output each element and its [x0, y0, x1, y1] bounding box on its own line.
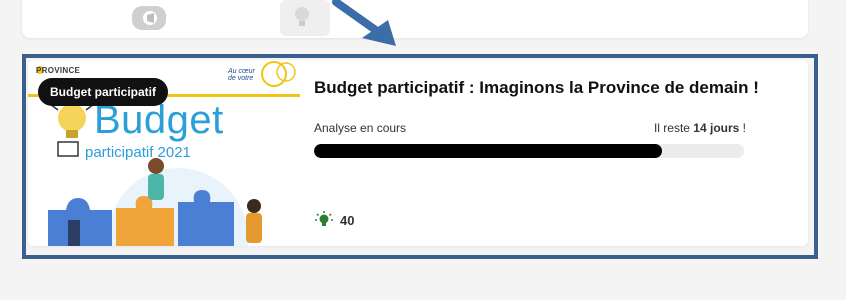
brand-slogan: Au cœur de votre: [228, 68, 255, 82]
category-badge: Budget participatif: [38, 78, 169, 106]
brand-logo-text: PROVINCE: [36, 66, 81, 75]
thumbnail-subline: participatif 2021: [85, 144, 191, 161]
progress-bar: [314, 144, 744, 158]
remaining-time: Il reste 14 jours !: [653, 121, 746, 135]
status-text: Analyse en cours: [314, 121, 407, 135]
votes-counter: 40: [314, 210, 354, 230]
progress-fill: [314, 144, 663, 158]
lightbulb-icon: [315, 211, 333, 226]
project-card[interactable]: PROVINCE Au cœur de votre Budget partici…: [28, 60, 808, 246]
project-thumbnail[interactable]: PROVINCE Au cœur de votre Budget partici…: [28, 60, 300, 246]
votes-count: 40: [340, 212, 355, 228]
megaphone-icon: [132, 6, 166, 30]
pointer-arrow: [312, 0, 430, 56]
project-title[interactable]: Budget participatif : Imaginons la Provi…: [314, 78, 759, 98]
